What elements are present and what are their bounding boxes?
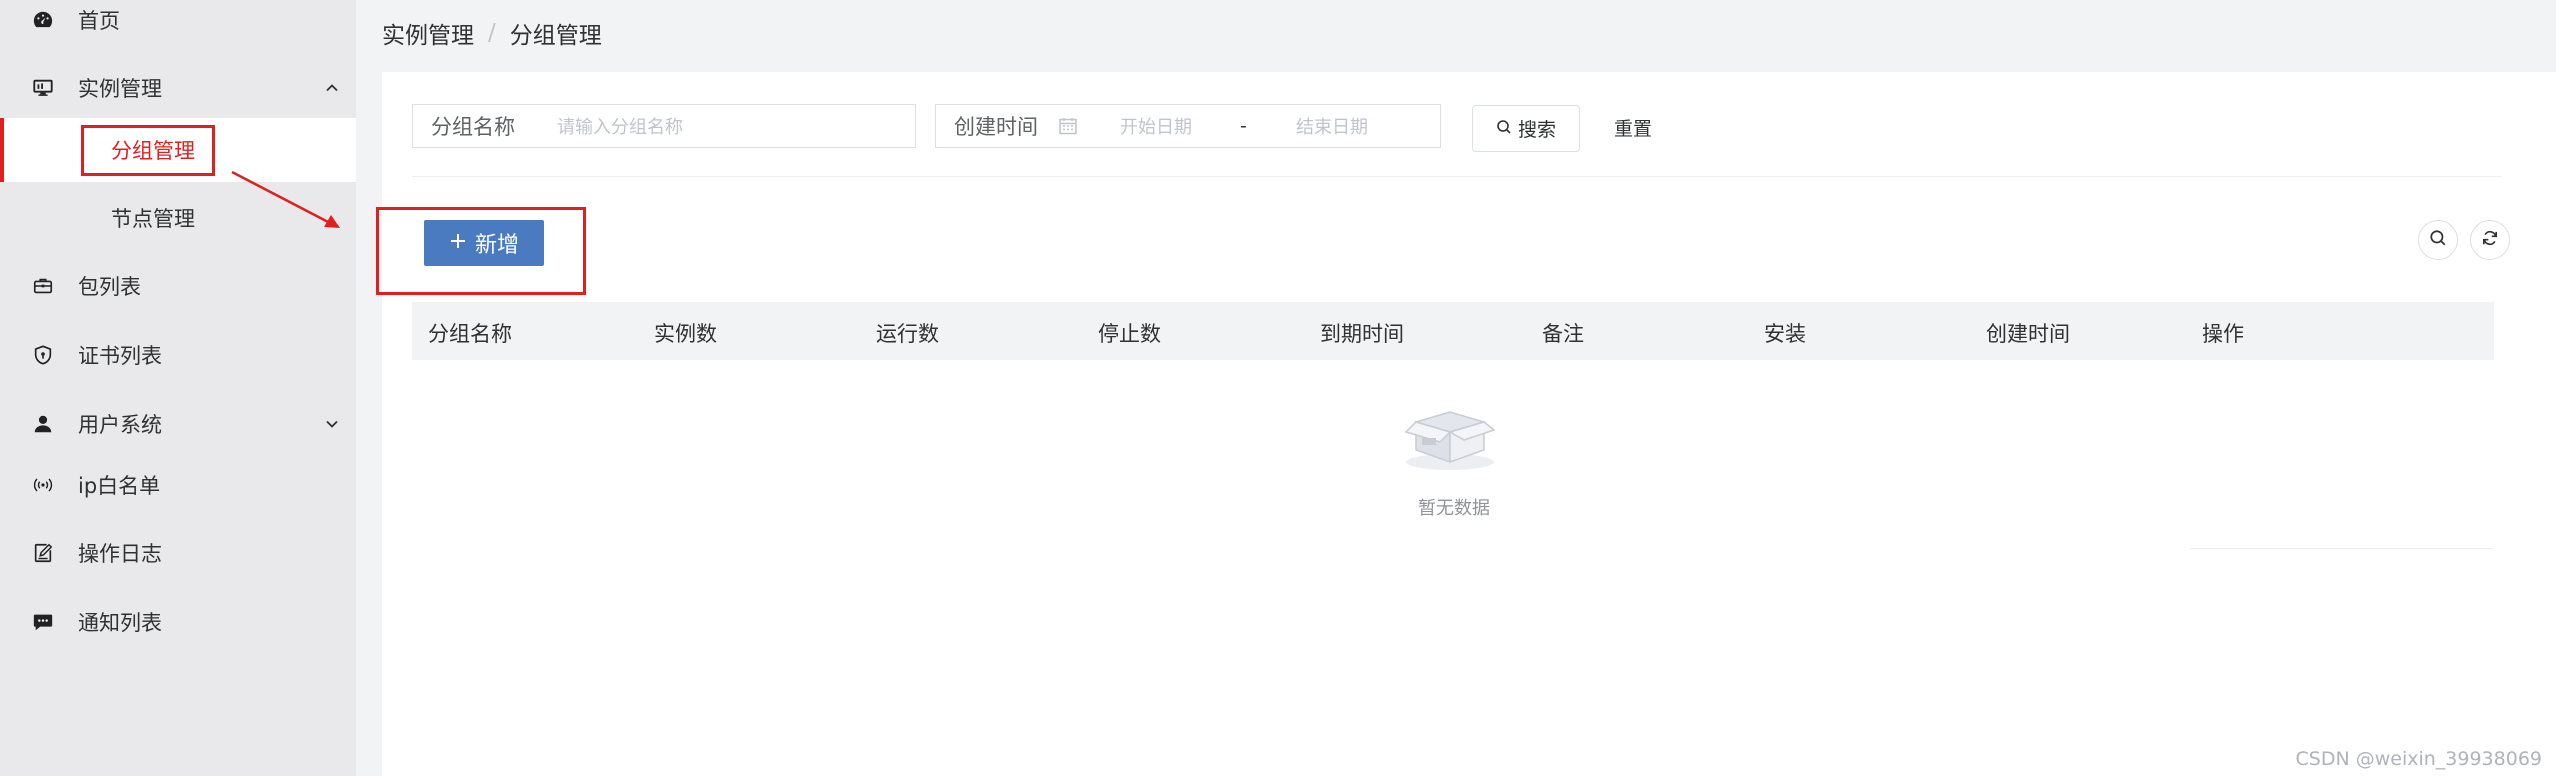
column-header-stopped-count: 停止数 [1098,322,1161,346]
date-range-separator: - [1240,115,1247,137]
monitor-icon [30,75,56,101]
reset-button[interactable]: 重置 [1614,114,1652,141]
active-indicator [0,118,4,182]
column-header-created-time: 创建时间 [1986,322,2070,346]
sidebar-item-home[interactable]: 首页 [0,0,356,52]
created-time-label: 创建时间 [954,115,1038,139]
sidebar-item-label: ip白名单 [78,474,161,498]
search-icon [1496,118,1512,140]
created-time-field[interactable]: 创建时间 开始日期 - 结束日期 [935,104,1441,148]
column-header-remark: 备注 [1542,322,1584,346]
add-button-label: 新增 [474,233,519,258]
sidebar-item-label: 包列表 [78,275,141,299]
edit-log-icon [30,540,56,566]
breadcrumb-item-instance-management[interactable]: 实例管理 [382,16,474,50]
dashboard-icon [30,7,56,33]
sidebar-item-label: 通知列表 [78,611,162,635]
user-icon [30,411,56,437]
watermark: CSDN @weixin_39938069 [2295,748,2543,770]
calendar-icon [1058,116,1078,141]
empty-state-text: 暂无数据 [1418,498,1490,519]
search-icon [2429,229,2447,251]
message-icon [30,609,56,635]
refresh-icon [2481,229,2499,251]
breadcrumb-item-group-management: 分组管理 [509,23,602,49]
sidebar-item-label: 实例管理 [78,77,162,101]
shield-icon [30,342,56,368]
sidebar-item-operation-log[interactable]: 操作日志 [0,521,356,585]
sidebar-subitem-label: 节点管理 [111,207,195,231]
sidebar-item-user-system[interactable]: 用户系统 [0,392,356,456]
search-button[interactable]: 搜索 [1472,105,1580,152]
sidebar-item-label: 证书列表 [78,344,162,368]
sidebar-item-label: 操作日志 [78,542,162,566]
sidebar: 首页 实例管理 分组管理 节点管理 包列表 证书列表 用户系统 ip白名单 操作… [0,0,356,776]
end-date-input[interactable]: 结束日期 [1296,113,1368,139]
column-header-instance-count: 实例数 [654,322,717,346]
toggle-search-button[interactable] [2418,220,2458,260]
sidebar-item-package-list[interactable]: 包列表 [0,254,356,318]
group-name-input[interactable]: 请输入分组名称 [557,113,683,139]
table-header: 分组名称 实例数 运行数 停止数 到期时间 备注 安装 创建时间 操作 [412,302,2494,360]
refresh-button[interactable] [2470,220,2510,260]
breadcrumb: 实例管理 / 分组管理 [382,16,602,50]
column-header-actions: 操作 [2202,322,2244,346]
group-name-field[interactable]: 分组名称 请输入分组名称 [412,104,916,148]
broadcast-icon [30,472,56,498]
chevron-down-icon[interactable] [322,414,342,434]
briefcase-icon [30,273,56,299]
column-header-running-count: 运行数 [876,322,939,346]
add-button[interactable]: 新增 [424,220,544,266]
sidebar-item-instance-management[interactable]: 实例管理 [0,56,356,120]
search-button-label: 搜索 [1517,119,1556,141]
chevron-up-icon[interactable] [322,78,342,98]
annotation-arrow [231,170,340,228]
sidebar-item-notification-list[interactable]: 通知列表 [0,590,356,654]
plus-icon [449,231,467,256]
column-header-install: 安装 [1764,322,1806,346]
column-header-group-name: 分组名称 [428,322,512,346]
breadcrumb-separator: / [488,20,496,46]
column-header-expire-time: 到期时间 [1320,322,1404,346]
group-name-label: 分组名称 [431,115,515,139]
start-date-input[interactable]: 开始日期 [1120,113,1192,139]
sidebar-item-label: 用户系统 [78,413,162,437]
sidebar-item-ip-whitelist[interactable]: ip白名单 [0,453,356,517]
table-bottom-line [2190,548,2494,549]
sidebar-subitem-label: 分组管理 [111,139,195,163]
sidebar-item-certificate-list[interactable]: 证书列表 [0,323,356,387]
empty-box-icon [1404,411,1496,470]
sidebar-item-label: 首页 [78,9,120,33]
filter-divider [412,176,2502,177]
